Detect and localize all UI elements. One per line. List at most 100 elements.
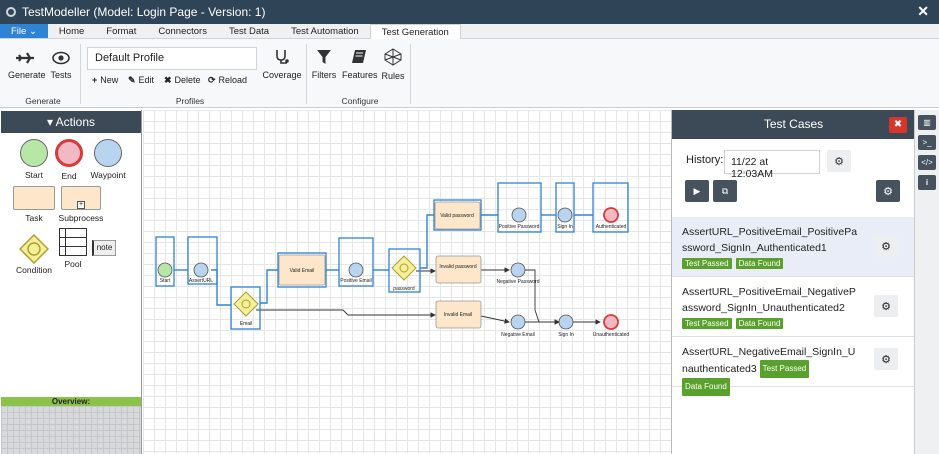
panel-settings-button[interactable]: ⚙ bbox=[876, 180, 900, 202]
run-button[interactable]: ▶ bbox=[685, 180, 709, 202]
right-sidebar: ▥ >_ </> i bbox=[914, 110, 939, 454]
node-label: Start bbox=[160, 278, 171, 284]
ribbon-toolbar: Generate Tests Generate Default Profile … bbox=[0, 39, 939, 108]
password-condition-node bbox=[391, 255, 417, 281]
coverage-button[interactable]: Coverage bbox=[262, 49, 302, 80]
node-label: Positive Password bbox=[499, 224, 540, 230]
close-window-icon[interactable]: ✕ bbox=[917, 3, 929, 20]
test-case-item[interactable]: AssertURL_PositiveEmail_NegativePassword… bbox=[672, 277, 914, 337]
reload-profile-button[interactable]: ⟳ Reload bbox=[208, 75, 247, 86]
status-badge: Data Found bbox=[735, 317, 784, 329]
pool-shape-label: Pool bbox=[64, 259, 82, 269]
start-node bbox=[157, 262, 173, 278]
close-panel-button[interactable]: ✖ bbox=[889, 117, 907, 133]
node-label: password bbox=[393, 286, 415, 292]
profile-name-field[interactable]: Default Profile bbox=[87, 47, 257, 70]
eye-icon bbox=[52, 51, 70, 65]
features-button[interactable]: Features bbox=[342, 50, 378, 80]
title-bar: TestModeller (Model: Login Page - Versio… bbox=[0, 0, 939, 24]
generate-label: Generate bbox=[8, 70, 46, 80]
new-profile-button[interactable]: + New bbox=[92, 75, 118, 85]
test-cases-header: Test Cases bbox=[672, 110, 915, 139]
node-label: Negative Password bbox=[496, 279, 539, 285]
gear-icon: ⚙ bbox=[881, 240, 891, 253]
polyhedron-icon bbox=[384, 48, 402, 66]
play-icon: ▶ bbox=[693, 185, 701, 196]
node-label: Valid Email bbox=[290, 268, 315, 274]
code-icon[interactable]: </> bbox=[918, 155, 936, 170]
generate-group-label: Generate bbox=[25, 96, 61, 106]
overview-label: Overview: bbox=[1, 397, 141, 406]
export-button[interactable]: ⧉ bbox=[713, 180, 737, 202]
note-shape[interactable]: note bbox=[92, 240, 116, 256]
filter-icon bbox=[317, 50, 331, 64]
tab-home[interactable]: Home bbox=[48, 24, 95, 38]
test-case-name: AssertURL_NegativeEmail_SignIn_Unauthent… bbox=[682, 344, 860, 396]
refresh-icon: ⟳ bbox=[208, 75, 216, 85]
end-shape[interactable] bbox=[55, 139, 83, 167]
test-case-name: AssertURL_PositiveEmail_NegativePassword… bbox=[682, 286, 856, 314]
email-condition-node bbox=[233, 291, 259, 317]
node-label: Email bbox=[240, 321, 253, 327]
test-case-settings-button[interactable]: ⚙ bbox=[874, 348, 898, 370]
model-canvas[interactable]: Start AssertURL Email Valid Email Positi… bbox=[143, 110, 671, 454]
test-case-item[interactable]: AssertURL_PositiveEmail_PositivePassword… bbox=[672, 217, 914, 277]
waypoint-shape[interactable] bbox=[94, 139, 122, 167]
overview-minimap[interactable] bbox=[1, 406, 141, 454]
menu-tab-bar: File ⌄ Home Format Connectors Test Data … bbox=[0, 24, 939, 40]
panel-icon[interactable]: ▥ bbox=[918, 115, 936, 130]
gear-icon: ⚙ bbox=[883, 185, 893, 198]
new-label: New bbox=[100, 75, 119, 85]
node-label: Sign In bbox=[557, 224, 573, 230]
pool-shape[interactable] bbox=[59, 228, 87, 256]
condition-shape[interactable] bbox=[19, 234, 49, 264]
tab-file-label: File bbox=[11, 26, 27, 37]
generate-button[interactable]: Generate bbox=[8, 51, 46, 80]
tab-format[interactable]: Format bbox=[95, 24, 147, 38]
node-label: Invalid Email bbox=[444, 312, 472, 318]
filters-button[interactable]: Filters bbox=[310, 50, 338, 80]
actions-title: Actions bbox=[55, 115, 96, 129]
test-case-settings-button[interactable]: ⚙ bbox=[874, 235, 898, 257]
node-label: Valid password bbox=[440, 213, 474, 219]
tab-file[interactable]: File ⌄ bbox=[0, 24, 48, 38]
edit-profile-button[interactable]: ✎ Edit bbox=[128, 75, 154, 86]
tab-test-automation[interactable]: Test Automation bbox=[280, 24, 370, 38]
history-select[interactable]: 11/22 at 12:03AM bbox=[724, 150, 820, 180]
badge-row: Test Passed Data Found bbox=[682, 317, 914, 329]
status-badge: Test Passed bbox=[759, 360, 810, 378]
tests-button[interactable]: Tests bbox=[48, 51, 74, 80]
unauthenticated-node bbox=[603, 314, 619, 330]
start-shape[interactable] bbox=[20, 139, 48, 167]
negative-email-node bbox=[510, 314, 526, 330]
history-settings-button[interactable]: ⚙ bbox=[827, 150, 851, 172]
task-shape[interactable] bbox=[13, 186, 55, 210]
features-label: Features bbox=[342, 70, 378, 80]
plane-icon bbox=[16, 52, 34, 64]
tab-test-generation[interactable]: Test Generation bbox=[369, 24, 461, 40]
coverage-label: Coverage bbox=[262, 70, 302, 80]
subprocess-shape-label: Subprocess bbox=[58, 213, 104, 223]
actions-header[interactable]: ▾ Actions bbox=[1, 111, 141, 133]
node-label: AssertURL bbox=[189, 278, 213, 284]
tab-test-data[interactable]: Test Data bbox=[218, 24, 280, 38]
terminal-icon[interactable]: >_ bbox=[918, 135, 936, 150]
rules-button[interactable]: Rules bbox=[380, 48, 406, 81]
negative-password-node bbox=[510, 262, 526, 278]
test-case-item[interactable]: AssertURL_NegativeEmail_SignIn_Unauthent… bbox=[672, 337, 914, 396]
plus-box-icon: + bbox=[77, 201, 85, 209]
subprocess-shape[interactable]: + bbox=[61, 186, 101, 210]
test-case-settings-button[interactable]: ⚙ bbox=[874, 295, 898, 317]
gear-icon: ⚙ bbox=[881, 300, 891, 313]
book-icon bbox=[352, 50, 366, 63]
tab-connectors[interactable]: Connectors bbox=[147, 24, 218, 38]
profiles-group-label: Profiles bbox=[175, 96, 205, 106]
delete-profile-button[interactable]: ✖ Delete bbox=[164, 75, 201, 86]
info-icon[interactable]: i bbox=[918, 175, 936, 190]
close-icon: ✖ bbox=[893, 119, 903, 130]
positive-email-node bbox=[348, 262, 364, 278]
actions-panel: ▾ Actions Start End Waypoint Task + Subp… bbox=[0, 110, 142, 454]
configure-group-label: Configure bbox=[341, 96, 379, 106]
flow-diagram[interactable]: Start AssertURL Email Valid Email Positi… bbox=[143, 110, 671, 454]
asserturl-node bbox=[193, 262, 209, 278]
